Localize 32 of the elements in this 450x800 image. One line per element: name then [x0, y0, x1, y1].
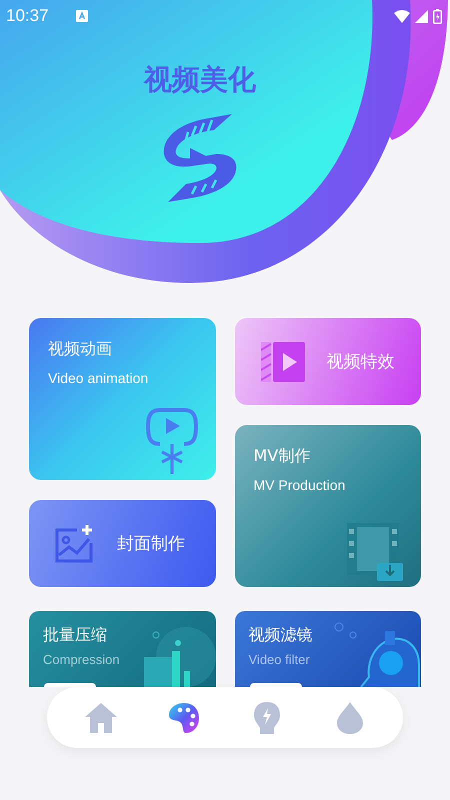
feature-card[interactable]: 视频动画 Video animation: [29, 318, 216, 480]
card-button[interactable]: [44, 683, 96, 687]
card-title: 视频动画: [48, 338, 113, 360]
feature-card[interactable]: 视频特效: [234, 318, 421, 405]
feature-card[interactable]: 封面制作: [29, 500, 216, 587]
card-subtitle: Video filter: [248, 651, 311, 669]
card-subtitle: MV Production: [254, 476, 346, 495]
status-time: 10:37: [6, 6, 49, 26]
card-title: 批量压缩: [43, 624, 108, 646]
signal-icon: [415, 10, 428, 22]
image-add-icon: [55, 524, 95, 562]
palette-icon: [168, 702, 200, 734]
keyboard-icon: [76, 10, 88, 22]
film-strip-icon: [347, 523, 403, 581]
wifi-icon: [394, 10, 410, 22]
feature-card[interactable]: 视频滤镜 Video filter: [234, 611, 421, 687]
card-title: 封面制作: [117, 532, 185, 554]
card-title: 视频滤镜: [248, 624, 314, 646]
card-button[interactable]: [250, 683, 302, 687]
card-title: MV制作: [254, 445, 312, 467]
feature-card[interactable]: 批量压缩 Compression: [29, 611, 216, 687]
lightning-bulb-icon: [254, 702, 280, 734]
video-frame-icon: [146, 408, 198, 474]
battery-icon: [433, 8, 442, 24]
drop-icon: [336, 702, 362, 734]
card-title: 视频特效: [326, 350, 394, 372]
app-title: 视频美化: [144, 62, 256, 98]
card-subtitle: Compression: [43, 651, 121, 669]
video-play-icon: [260, 342, 304, 382]
feature-card[interactable]: MV制作 MV Production: [234, 425, 421, 587]
home-icon: [84, 702, 116, 732]
card-subtitle: Video animation: [48, 369, 150, 388]
